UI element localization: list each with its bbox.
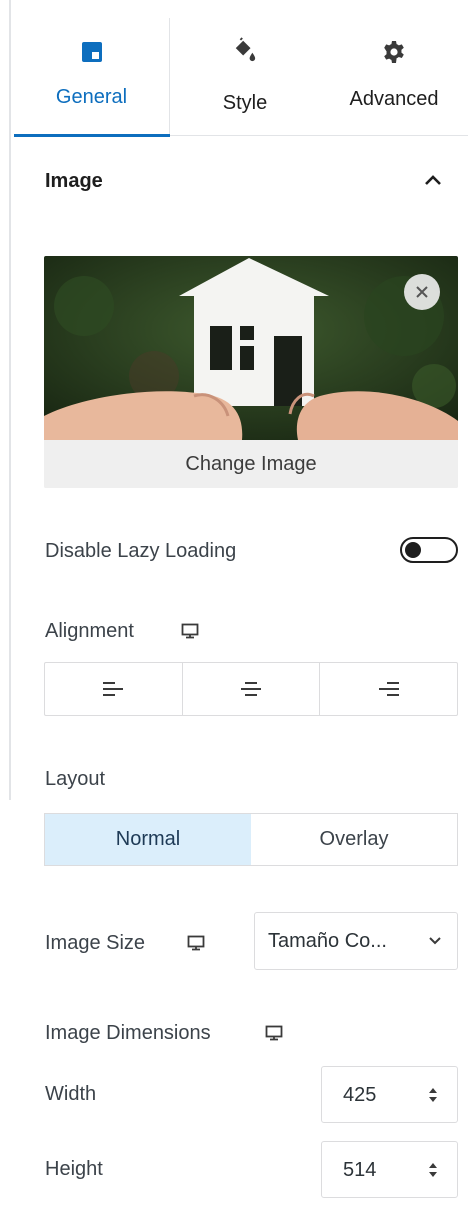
settings-tabs: General Style Advanced [14, 18, 468, 137]
tab-general[interactable]: General [14, 18, 170, 137]
rail-divider [9, 0, 11, 800]
image-size-value: Tamaño Co... [268, 929, 387, 952]
desktop-icon[interactable] [264, 1024, 284, 1042]
alignment-label: Alignment [45, 620, 134, 642]
remove-image-button[interactable] [404, 274, 440, 310]
left-rail [0, 0, 14, 1207]
stepper-icon[interactable] [427, 1160, 439, 1180]
tab-general-label: General [55, 86, 128, 108]
tab-advanced[interactable]: Advanced [320, 18, 468, 136]
section-title-image: Image [45, 170, 103, 192]
width-value: 425 [343, 1084, 377, 1106]
tab-advanced-label: Advanced [349, 88, 439, 110]
change-image-button[interactable]: Change Image [44, 440, 458, 488]
chevron-up-icon[interactable] [419, 166, 447, 194]
align-right-icon [378, 682, 399, 696]
paint-bucket-icon [233, 37, 257, 62]
align-left-icon [103, 682, 124, 696]
align-center-button[interactable] [183, 663, 321, 715]
house-cutout-photo [44, 256, 458, 440]
height-input[interactable]: 514 [321, 1141, 458, 1198]
chevron-down-icon [427, 933, 443, 949]
layout-overlay-option[interactable]: Overlay [251, 814, 457, 865]
tab-style[interactable]: Style [170, 18, 320, 136]
image-size-label: Image Size [45, 932, 146, 954]
image-dimensions-label: Image Dimensions [45, 1022, 211, 1044]
disable-lazy-loading-toggle[interactable] [400, 537, 458, 563]
block-settings-panel: General Style Advanced Image Change Imag… [14, 0, 468, 1207]
image-size-select[interactable]: Tamaño Co... [254, 912, 458, 970]
width-input[interactable]: 425 [321, 1066, 458, 1123]
layout-block-icon [80, 40, 104, 64]
gear-icon [382, 40, 406, 64]
active-tab-indicator [14, 134, 170, 137]
desktop-icon[interactable] [186, 934, 206, 952]
desktop-icon[interactable] [180, 622, 200, 640]
align-center-icon [241, 682, 261, 696]
layout-segmented-control: Normal Overlay [44, 813, 458, 866]
width-label: Width [45, 1083, 97, 1105]
toggle-knob [405, 542, 421, 558]
stepper-icon[interactable] [427, 1085, 439, 1105]
layout-label: Layout [45, 768, 106, 790]
layout-normal-option[interactable]: Normal [45, 814, 251, 865]
height-value: 514 [343, 1159, 377, 1181]
disable-lazy-loading-label: Disable Lazy Loading [45, 540, 237, 562]
align-left-button[interactable] [45, 663, 183, 715]
tab-style-label: Style [222, 92, 268, 114]
height-label: Height [45, 1158, 103, 1180]
image-preview-card: Change Image [44, 256, 458, 488]
alignment-button-group [44, 662, 458, 716]
align-right-button[interactable] [320, 663, 457, 715]
close-icon [416, 286, 428, 298]
